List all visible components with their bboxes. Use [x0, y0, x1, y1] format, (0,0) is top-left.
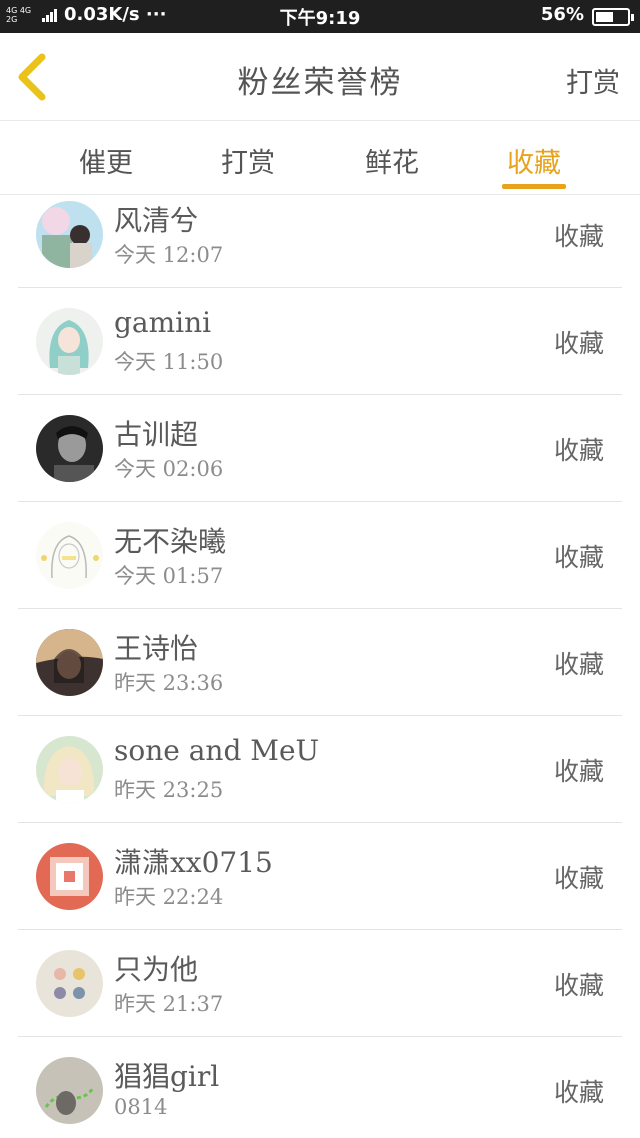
- user-name: 猖猖girl: [114, 1060, 220, 1093]
- tab-flowers[interactable]: 鲜花: [342, 141, 442, 180]
- user-name: 风清兮: [114, 204, 199, 237]
- action-label: 收藏: [553, 329, 604, 358]
- timestamp: 昨天 23:36: [114, 671, 224, 695]
- user-name: 无不染曦: [114, 525, 227, 558]
- header: 粉丝荣誉榜 打赏: [0, 33, 640, 121]
- list-item[interactable]: gamini 今天 11:50 收藏: [18, 288, 622, 395]
- user-name: 古训超: [114, 418, 199, 451]
- action-label: 收藏: [553, 650, 604, 679]
- user-name: 只为他: [114, 953, 199, 986]
- user-name: 王诗怡: [114, 632, 199, 665]
- user-name: 潇潇xx0715: [114, 846, 273, 879]
- avatar[interactable]: [36, 308, 103, 375]
- avatar[interactable]: [36, 1057, 103, 1124]
- tab-favorites[interactable]: 收藏: [484, 141, 584, 180]
- list-item[interactable]: 无不染曦 今天 01:57 收藏: [18, 502, 622, 609]
- user-name: gamini: [114, 306, 212, 339]
- user-name: sone and MeU: [114, 734, 320, 767]
- action-label: 收藏: [553, 971, 604, 1000]
- action-label: 收藏: [553, 436, 604, 465]
- timestamp: 0814: [114, 1095, 168, 1119]
- list-item[interactable]: 猖猖girl 0814 收藏: [18, 1037, 622, 1138]
- timestamp: 今天 02:06: [114, 457, 224, 481]
- list-item[interactable]: sone and MeU 昨天 23:25 收藏: [18, 716, 622, 823]
- avatar[interactable]: [36, 950, 103, 1017]
- timestamp: 昨天 23:25: [114, 778, 224, 802]
- action-label: 收藏: [553, 1078, 604, 1107]
- tip-button[interactable]: 打赏: [566, 61, 620, 100]
- timestamp: 昨天 22:24: [114, 885, 224, 909]
- action-label: 收藏: [553, 864, 604, 893]
- battery-percent: 56%: [540, 4, 584, 25]
- timestamp: 今天 12:07: [114, 243, 224, 267]
- status-bar: 4G 4G 2G 0.03K/s ··· 下午9:19 56%: [0, 0, 640, 33]
- battery-fill: [596, 12, 613, 22]
- avatar[interactable]: [36, 415, 103, 482]
- avatar[interactable]: [36, 201, 103, 268]
- list-item[interactable]: 只为他 昨天 21:37 收藏: [18, 930, 622, 1037]
- avatar[interactable]: [36, 629, 103, 696]
- timestamp: 今天 01:57: [114, 564, 224, 588]
- avatar[interactable]: [36, 843, 103, 910]
- list-item[interactable]: 风清兮 今天 12:07 收藏: [18, 181, 622, 288]
- action-label: 收藏: [553, 222, 604, 251]
- avatar[interactable]: [36, 736, 103, 803]
- list-item[interactable]: 古训超 今天 02:06 收藏: [18, 395, 622, 502]
- tab-tip[interactable]: 打赏: [198, 141, 298, 180]
- list-item[interactable]: 王诗怡 昨天 23:36 收藏: [18, 609, 622, 716]
- battery-icon: [592, 8, 634, 26]
- action-label: 收藏: [553, 543, 604, 572]
- action-label: 收藏: [553, 757, 604, 786]
- timestamp: 今天 11:50: [114, 350, 224, 374]
- timestamp: 昨天 21:37: [114, 992, 224, 1016]
- tab-urge[interactable]: 催更: [56, 141, 156, 180]
- list-item[interactable]: 潇潇xx0715 昨天 22:24 收藏: [18, 823, 622, 930]
- page-title: 粉丝荣誉榜: [237, 65, 403, 101]
- avatar[interactable]: [36, 522, 103, 589]
